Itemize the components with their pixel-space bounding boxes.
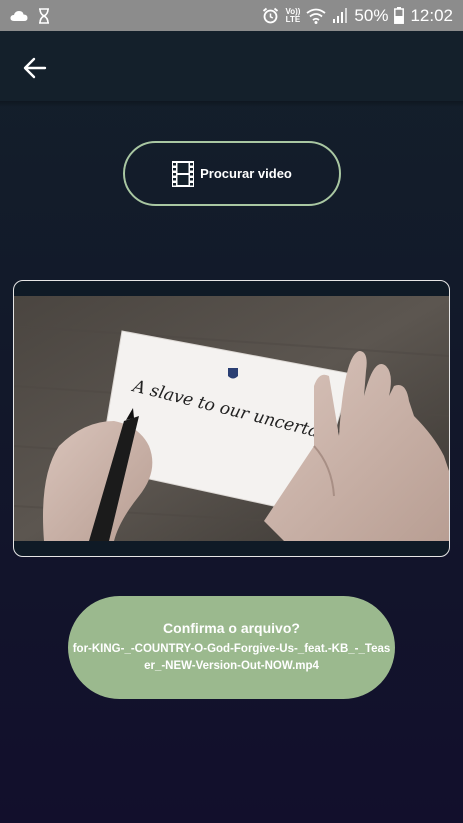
- video-thumbnail: A slave to our uncertainty: [14, 296, 449, 541]
- cloud-icon: [10, 10, 28, 22]
- browse-video-button[interactable]: Procurar video: [123, 141, 341, 206]
- app-bar: [0, 31, 463, 101]
- status-bar-right: Vo)) LTE 50% 12:02: [262, 6, 453, 26]
- volte-icon: Vo)) LTE: [285, 7, 301, 24]
- battery-icon: [394, 7, 405, 24]
- signal-icon: [332, 8, 348, 23]
- status-bar-left: [10, 7, 50, 24]
- confirm-title: Confirma o arquivo?: [163, 620, 300, 636]
- confirm-file-button[interactable]: Confirma o arquivo? for-KING-_-COUNTRY-O…: [68, 596, 395, 699]
- volte-bottom-label: LTE: [285, 14, 301, 24]
- browse-video-label: Procurar video: [200, 166, 292, 181]
- hourglass-icon: [38, 7, 50, 24]
- wifi-icon: [306, 8, 326, 24]
- video-preview[interactable]: A slave to our uncertainty: [13, 280, 450, 557]
- film-strip-icon: [172, 160, 195, 187]
- app-bar-shadow: [0, 101, 463, 107]
- back-button[interactable]: [20, 53, 50, 83]
- selected-filename: for-KING-_-COUNTRY-O-God-Forgive-Us-_fea…: [72, 643, 391, 672]
- alarm-icon: [262, 7, 279, 24]
- battery-percent: 50%: [354, 5, 389, 25]
- arrow-left-icon: [20, 53, 50, 83]
- clock: 12:02: [410, 5, 453, 25]
- status-bar: Vo)) LTE 50% 12:02: [0, 0, 463, 31]
